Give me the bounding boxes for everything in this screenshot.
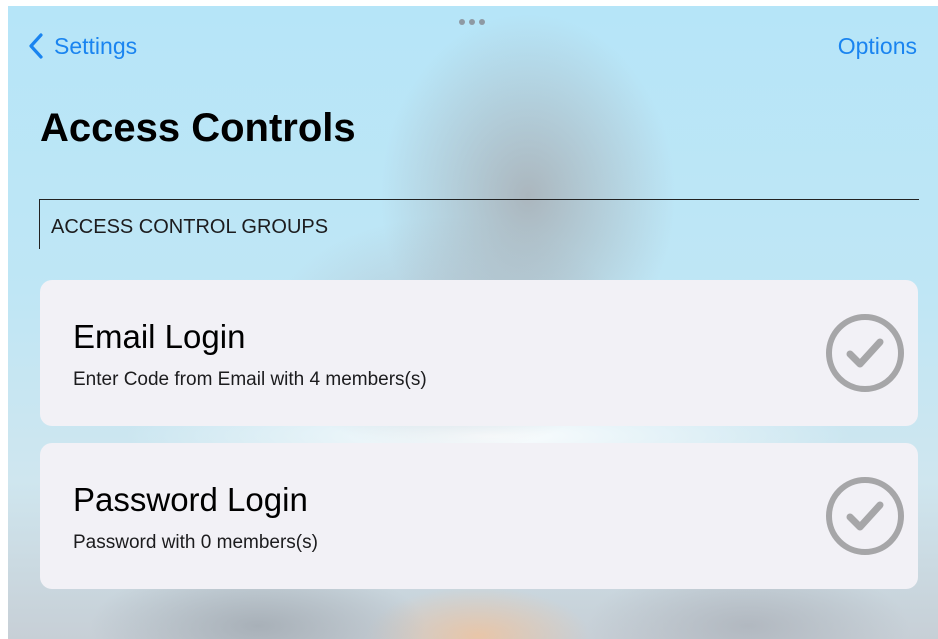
section-header: ACCESS CONTROL GROUPS bbox=[39, 199, 919, 249]
chevron-left-icon bbox=[29, 33, 43, 59]
checkmark-circle-icon[interactable] bbox=[824, 312, 906, 394]
section-header-label: ACCESS CONTROL GROUPS bbox=[51, 216, 329, 238]
access-group-subtitle: Password with 0 members(s) bbox=[73, 532, 318, 553]
access-group-subtitle: Enter Code from Email with 4 members(s) bbox=[73, 369, 427, 390]
options-button[interactable]: Options bbox=[838, 31, 917, 61]
sheet-grabber-icon[interactable] bbox=[459, 19, 485, 25]
back-button-label: Settings bbox=[54, 33, 138, 59]
access-group-password-login[interactable]: Password Login Password with 0 members(s… bbox=[40, 443, 918, 589]
access-group-email-login[interactable]: Email Login Enter Code from Email with 4… bbox=[40, 280, 918, 426]
back-button[interactable]: Settings bbox=[28, 31, 137, 61]
checkmark-circle-icon[interactable] bbox=[824, 475, 906, 557]
modal-sheet: Settings Options Access Controls ACCESS … bbox=[8, 6, 938, 639]
access-group-title: Email Login bbox=[73, 318, 246, 355]
page-title: Access Controls bbox=[40, 106, 356, 150]
access-group-title: Password Login bbox=[73, 481, 308, 518]
